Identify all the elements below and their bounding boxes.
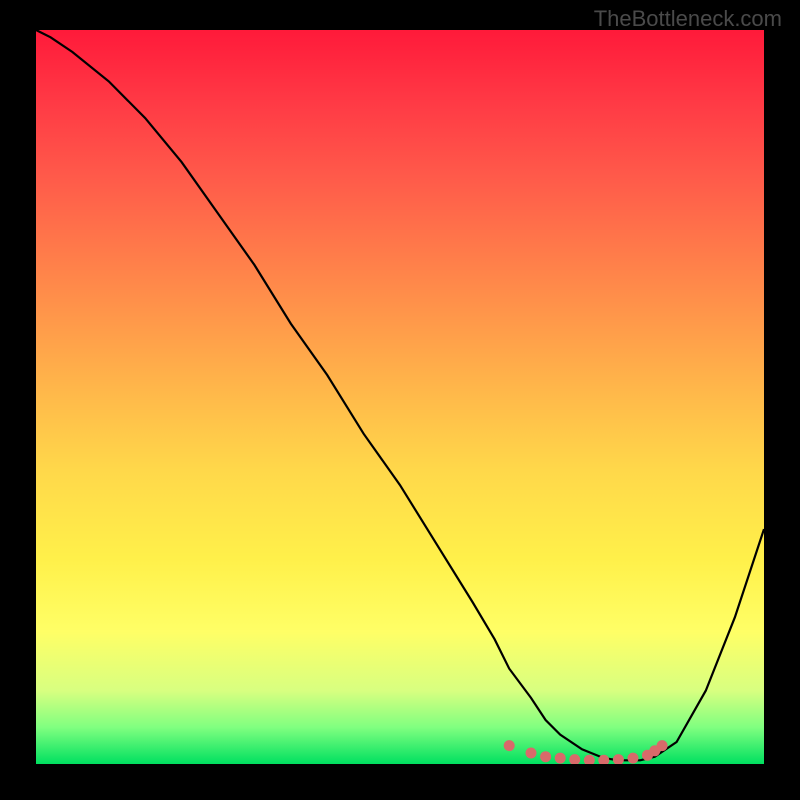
bottleneck-curve [36, 30, 764, 764]
optimal-marker [569, 754, 580, 764]
optimal-marker [628, 753, 639, 764]
optimal-marker [526, 748, 537, 759]
optimal-marker [540, 751, 551, 762]
optimal-marker [657, 740, 668, 751]
chart-plot-area [36, 30, 764, 764]
optimal-marker [584, 755, 595, 764]
optimal-marker [555, 753, 566, 764]
watermark-text: TheBottleneck.com [594, 6, 782, 32]
optimal-marker [613, 754, 624, 764]
optimal-marker [504, 740, 515, 751]
